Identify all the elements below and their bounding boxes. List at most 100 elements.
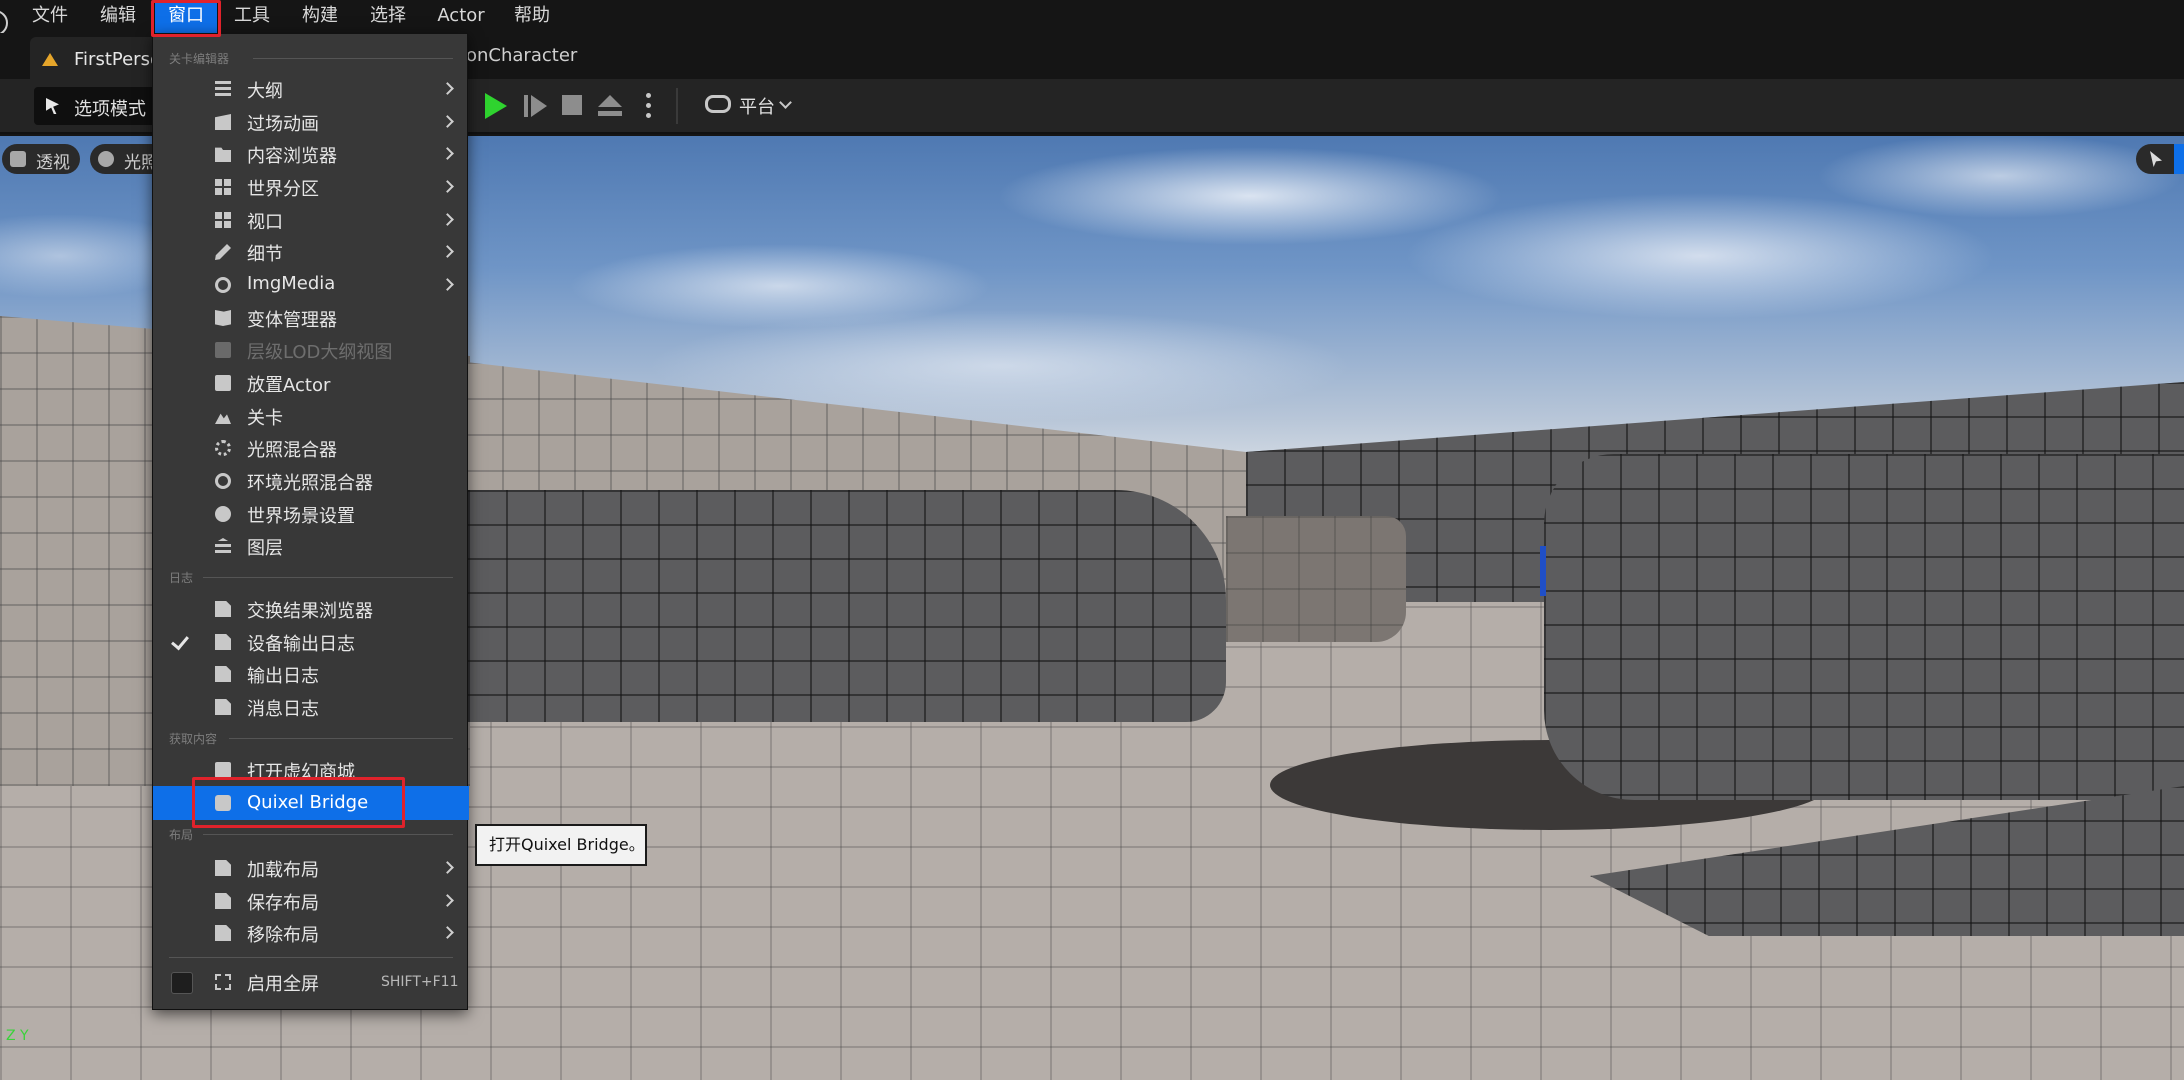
large-cylinder <box>1544 454 2184 800</box>
marketplace-icon <box>215 762 231 778</box>
cube-icon <box>10 151 26 167</box>
save-layout-icon <box>215 893 231 909</box>
menu-item-content-browser[interactable]: 内容浏览器 <box>153 138 469 170</box>
menu-select[interactable]: 选择 <box>362 0 414 33</box>
blue-marker <box>1540 546 1546 596</box>
menu-item-env-light-mixer[interactable]: 环境光照混合器 <box>153 465 469 497</box>
menu-item-details[interactable]: 细节 <box>153 236 469 268</box>
menu-item-label: 加载布局 <box>247 860 319 881</box>
menu-item-load-layout[interactable]: 加载布局 <box>153 852 469 884</box>
menu-help[interactable]: 帮助 <box>506 0 558 33</box>
layers-icon <box>215 538 231 554</box>
menu-edit[interactable]: 编辑 <box>92 0 144 33</box>
menu-item-viewports[interactable]: 视口 <box>153 204 469 236</box>
submenu-arrow-icon <box>441 147 454 160</box>
levels-icon <box>215 413 231 424</box>
hlod-icon <box>215 342 231 358</box>
section-level-editor: 关卡编辑器 <box>169 52 230 66</box>
viewport-icon <box>215 212 231 228</box>
menu-item-label: 世界分区 <box>247 179 319 200</box>
menu-item-label: 保存布局 <box>247 893 319 914</box>
menu-item-imgmedia[interactable]: ImgMedia <box>153 269 469 301</box>
world-settings-icon <box>215 506 231 522</box>
menu-build[interactable]: 构建 <box>294 0 346 33</box>
lit-sphere-icon <box>98 151 114 167</box>
menu-actor[interactable]: Actor <box>432 0 490 33</box>
menu-item-interchange-browser[interactable]: 交换结果浏览器 <box>153 593 469 625</box>
submenu-arrow-icon <box>441 894 454 907</box>
menu-item-layers[interactable]: 图层 <box>153 530 469 562</box>
character-tab-label[interactable]: onCharacter <box>466 45 577 66</box>
menu-window[interactable]: 窗口 <box>155 0 217 33</box>
menu-file[interactable]: 文件 <box>24 0 76 33</box>
platform-button[interactable]: 平台 <box>705 91 795 121</box>
fullscreen-icon <box>215 974 231 990</box>
menu-item-message-log[interactable]: 消息日志 <box>153 691 469 723</box>
submenu-arrow-icon <box>441 180 454 193</box>
menu-item-cinematics[interactable]: 过场动画 <box>153 106 469 138</box>
chevron-down-icon <box>779 96 792 109</box>
submenu-arrow-icon <box>441 245 454 258</box>
load-layout-icon <box>215 860 231 876</box>
menu-item-levels[interactable]: 关卡 <box>153 400 469 432</box>
menu-item-label: 光照混合器 <box>247 440 337 461</box>
outliner-icon <box>215 81 231 97</box>
cinematics-icon <box>215 114 231 130</box>
level-tab[interactable]: FirstPerso <box>30 37 161 79</box>
menu-item-label: 视口 <box>247 212 283 233</box>
section-layout: 布局 <box>169 828 194 842</box>
menu-item-label: 关卡 <box>247 408 283 429</box>
menu-item-remove-layout[interactable]: 移除布局 <box>153 917 469 949</box>
advance-frame-icon[interactable] <box>531 95 547 117</box>
interchange-icon <box>215 601 231 617</box>
menu-item-label: 移除布局 <box>247 925 319 946</box>
submenu-arrow-icon <box>441 213 454 226</box>
message-log-icon <box>215 699 231 715</box>
level-icon <box>42 53 58 66</box>
cursor-icon <box>46 98 59 114</box>
select-mode-button[interactable]: 选项模式 <box>34 87 156 125</box>
menu-item-world-settings[interactable]: 世界场景设置 <box>153 498 469 530</box>
section-divider <box>169 957 453 958</box>
menu-item-outliner[interactable]: 大纲 <box>153 73 469 105</box>
remove-layout-icon <box>215 925 231 941</box>
checkmark-icon <box>171 631 189 651</box>
fullscreen-checkbox[interactable] <box>171 972 193 994</box>
section-get-content: 获取内容 <box>169 732 218 746</box>
menu-item-label: ImgMedia <box>247 273 336 294</box>
menu-item-device-output-log[interactable]: 设备输出日志 <box>153 626 469 658</box>
submenu-arrow-icon <box>441 278 454 291</box>
menu-item-fullscreen[interactable]: 启用全屏 SHIFT+F11 <box>153 966 469 1002</box>
menu-item-world-partition[interactable]: 世界分区 <box>153 171 469 203</box>
fullscreen-shortcut: SHIFT+F11 <box>381 974 459 990</box>
menu-item-label: 层级LOD大纲视图 <box>247 342 393 363</box>
menu-item-label: 内容浏览器 <box>247 146 337 167</box>
perspective-button[interactable]: 透视 <box>2 144 80 174</box>
more-options-icon[interactable] <box>646 93 652 121</box>
menu-item-label: 放置Actor <box>247 375 331 396</box>
stop-icon[interactable] <box>562 95 582 115</box>
menu-bar: 文件 编辑 窗口 工具 构建 选择 Actor 帮助 <box>0 0 2184 36</box>
content-browser-icon <box>215 147 231 162</box>
toolbar-divider <box>676 88 678 124</box>
select-cursor-icon <box>2150 151 2162 167</box>
section-divider <box>253 58 453 59</box>
env-light-mixer-icon <box>215 473 231 489</box>
eject-icon[interactable] <box>598 95 622 117</box>
menu-tools[interactable]: 工具 <box>226 0 278 33</box>
menu-item-place-actors[interactable]: 放置Actor <box>153 367 469 399</box>
menu-item-output-log[interactable]: 输出日志 <box>153 658 469 690</box>
play-icon[interactable] <box>485 93 507 119</box>
menu-item-quixel-bridge[interactable]: Quixel Bridge <box>153 786 469 820</box>
details-icon <box>215 244 231 260</box>
menu-item-light-mixer[interactable]: 光照混合器 <box>153 432 469 464</box>
menu-item-save-layout[interactable]: 保存布局 <box>153 885 469 917</box>
transform-tools[interactable] <box>2136 144 2184 174</box>
menu-item-variant-manager[interactable]: 变体管理器 <box>153 302 469 334</box>
gamepad-icon <box>705 95 731 113</box>
window-menu-dropdown: 关卡编辑器 大纲 过场动画 内容浏览器 世界分区 视口 细节 ImgMedia … <box>152 33 469 1010</box>
perspective-label: 透视 <box>36 153 70 173</box>
submenu-arrow-icon <box>441 115 454 128</box>
section-divider <box>229 738 453 739</box>
menu-item-marketplace[interactable]: 打开虚幻商城 <box>153 754 469 786</box>
